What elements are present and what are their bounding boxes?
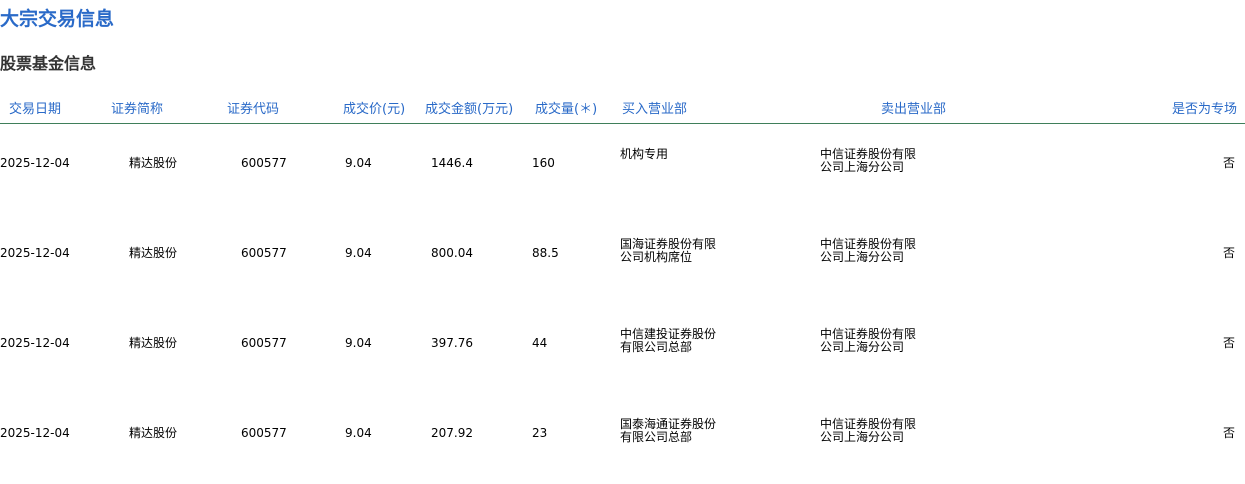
cell-price: 9.04 xyxy=(345,426,372,440)
section-title: 股票基金信息 xyxy=(0,54,97,73)
cell-seller: 中信证券股份有限 公司上海分公司 xyxy=(820,418,940,444)
cell-seller: 中信证券股份有限 公司上海分公司 xyxy=(820,148,940,174)
page-title: 大宗交易信息 xyxy=(0,8,115,30)
cell-seller-line2: 公司上海分公司 xyxy=(820,340,905,354)
cell-special: 否 xyxy=(1222,336,1235,350)
cell-volume: 88.5 xyxy=(532,246,559,260)
table-row: 2025-12-04 精达股份 600577 9.04 800.04 88.5 … xyxy=(0,214,1245,304)
table-header: 交易日期 证券简称 证券代码 成交价(元) 成交金额(万元) 成交量(＊) 买入… xyxy=(0,96,1245,124)
cell-amount: 800.04 xyxy=(431,246,473,260)
cell-seller: 中信证券股份有限 公司上海分公司 xyxy=(820,328,940,354)
cell-price: 9.04 xyxy=(345,156,372,170)
cell-special: 否 xyxy=(1222,156,1235,170)
header-price[interactable]: 成交价(元) xyxy=(343,98,405,117)
cell-buyer: 国海证券股份有限 公司机构席位 xyxy=(620,238,740,264)
cell-code: 600577 xyxy=(241,336,287,350)
cell-date: 2025-12-04 xyxy=(0,426,70,440)
cell-volume: 23 xyxy=(532,426,548,440)
cell-date: 2025-12-04 xyxy=(0,336,70,350)
table-row: 2025-12-04 精达股份 600577 9.04 397.76 44 中信… xyxy=(0,304,1245,394)
cell-code: 600577 xyxy=(241,426,287,440)
header-seller[interactable]: 卖出营业部 xyxy=(881,98,946,117)
cell-code: 600577 xyxy=(241,156,287,170)
cell-volume: 160 xyxy=(532,156,555,170)
cell-buyer-line2: 有限公司总部 xyxy=(620,430,693,444)
header-volume[interactable]: 成交量(＊) xyxy=(535,98,597,117)
cell-price: 9.04 xyxy=(345,246,372,260)
cell-seller-line2: 公司上海分公司 xyxy=(820,250,905,264)
cell-special: 否 xyxy=(1222,246,1235,260)
header-special[interactable]: 是否为专场 xyxy=(1172,98,1237,117)
header-buyer[interactable]: 买入营业部 xyxy=(622,98,687,117)
header-security-name[interactable]: 证券简称 xyxy=(111,98,163,117)
cell-buyer-line2: 公司机构席位 xyxy=(620,250,693,264)
cell-date: 2025-12-04 xyxy=(0,156,70,170)
cell-code: 600577 xyxy=(241,246,287,260)
cell-seller: 中信证券股份有限 公司上海分公司 xyxy=(820,238,940,264)
cell-name: 精达股份 xyxy=(129,426,178,440)
table-row: 2025-12-04 精达股份 600577 9.04 207.92 23 国泰… xyxy=(0,394,1245,484)
cell-amount: 207.92 xyxy=(431,426,473,440)
cell-seller-line2: 公司上海分公司 xyxy=(820,160,905,174)
table-row: 2025-12-04 精达股份 600577 9.04 1446.4 160 机… xyxy=(0,124,1245,214)
cell-seller-line2: 公司上海分公司 xyxy=(820,430,905,444)
cell-buyer-line1: 机构专用 xyxy=(620,147,669,161)
cell-amount: 1446.4 xyxy=(431,156,473,170)
cell-price: 9.04 xyxy=(345,336,372,350)
cell-buyer: 机构专用 xyxy=(620,148,740,161)
cell-name: 精达股份 xyxy=(129,156,178,170)
cell-date: 2025-12-04 xyxy=(0,246,70,260)
cell-buyer-line2: 有限公司总部 xyxy=(620,340,693,354)
cell-buyer: 国泰海通证券股份 有限公司总部 xyxy=(620,418,740,444)
cell-name: 精达股份 xyxy=(129,336,178,350)
header-trade-date[interactable]: 交易日期 xyxy=(9,98,61,117)
header-amount[interactable]: 成交金额(万元) xyxy=(425,98,513,117)
cell-buyer: 中信建投证券股份 有限公司总部 xyxy=(620,328,740,354)
cell-name: 精达股份 xyxy=(129,246,178,260)
cell-volume: 44 xyxy=(532,336,548,350)
header-security-code[interactable]: 证券代码 xyxy=(227,98,279,117)
cell-amount: 397.76 xyxy=(431,336,473,350)
cell-special: 否 xyxy=(1222,426,1235,440)
